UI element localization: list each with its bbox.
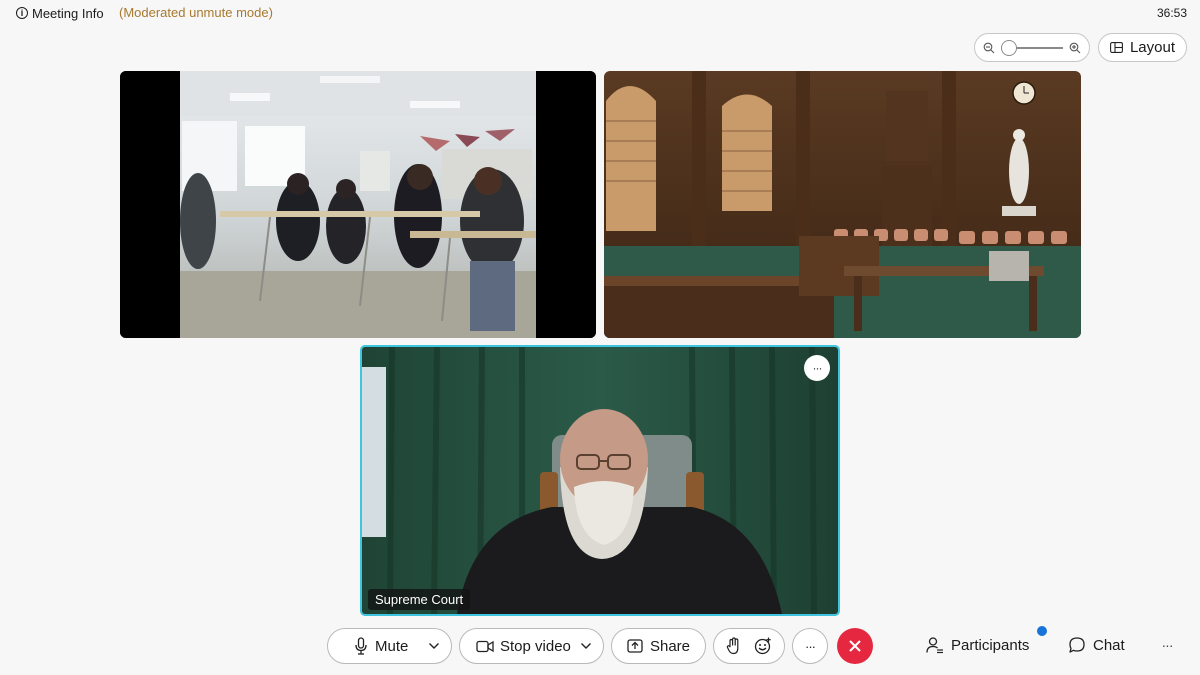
meeting-timer: 36:53 [1156, 6, 1187, 20]
zoom-in-icon[interactable] [1069, 42, 1081, 54]
participant-name-label: Supreme Court [368, 589, 471, 610]
zoom-out-icon[interactable] [983, 42, 995, 54]
tile-more-options-button[interactable]: ··· [804, 355, 830, 381]
hand-reactions-group [713, 628, 785, 664]
share-screen-icon [627, 639, 643, 653]
courtroom-video-feed [604, 71, 1081, 338]
zoom-slider-thumb[interactable] [1001, 39, 1017, 56]
more-options-button[interactable]: ··· [792, 628, 828, 664]
video-tile-classroom[interactable] [120, 71, 596, 338]
more-options-label: ··· [805, 638, 816, 654]
layout-button[interactable]: Layout [1098, 33, 1187, 62]
video-tile-active-speaker[interactable]: ··· Supreme Court [360, 345, 840, 616]
mute-label: Mute [375, 637, 409, 655]
moderated-mode-label: (Moderated unmute mode) [119, 5, 273, 20]
participants-label: Participants [951, 636, 1030, 654]
reactions-icon[interactable] [754, 637, 772, 655]
chat-label: Chat [1093, 636, 1125, 654]
zoom-control [974, 33, 1090, 62]
zoom-slider[interactable] [1001, 39, 1063, 56]
stop-video-button[interactable]: Stop video [460, 638, 578, 655]
share-label: Share [649, 637, 691, 655]
participants-button[interactable]: Participants [926, 634, 1029, 656]
microphone-icon [355, 637, 367, 655]
judge-video-feed [362, 347, 838, 614]
stop-video-label: Stop video [500, 637, 571, 655]
chat-button[interactable]: Chat [1068, 634, 1125, 656]
leave-meeting-button[interactable] [837, 628, 873, 664]
video-control: Stop video [459, 628, 604, 664]
mute-button[interactable]: Mute [328, 637, 424, 655]
mute-control: Mute [327, 628, 452, 664]
meeting-info-label: Meeting Info [32, 5, 104, 21]
meeting-info-button[interactable]: i Meeting Info [16, 4, 104, 22]
chevron-down-icon[interactable] [428, 642, 440, 650]
info-icon: i [16, 7, 28, 19]
video-tile-courtroom[interactable] [604, 71, 1081, 338]
chevron-down-icon[interactable] [580, 642, 592, 650]
layout-label: Layout [1129, 39, 1176, 56]
classroom-video-feed [120, 71, 596, 338]
raise-hand-icon[interactable] [726, 637, 742, 655]
participants-notification-badge [1037, 626, 1047, 636]
layout-icon [1110, 42, 1123, 53]
video-camera-icon [476, 640, 494, 652]
share-button[interactable]: Share [611, 628, 706, 664]
overflow-menu-button[interactable]: ··· [1157, 636, 1177, 654]
end-call-icon [849, 640, 861, 652]
chat-icon [1069, 637, 1085, 653]
participants-icon [926, 637, 943, 654]
